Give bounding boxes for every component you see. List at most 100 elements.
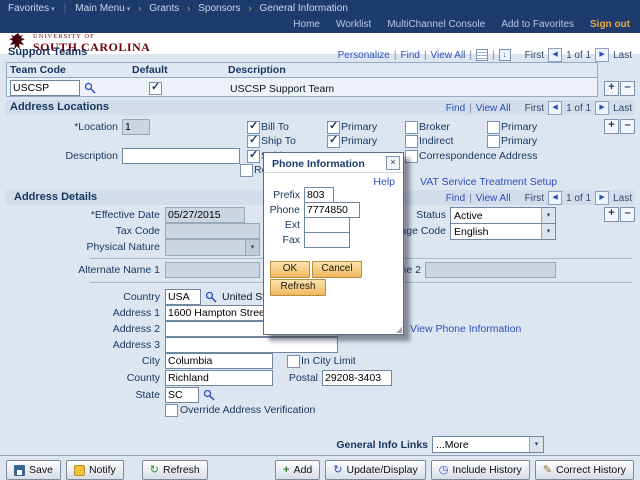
sold-to-checkbox[interactable] <box>247 148 260 163</box>
notify-button[interactable]: Notify <box>65 460 124 480</box>
right-button-group: + Add ↻ Update/Display ◷ Include History ✎ C… <box>275 460 634 480</box>
prefix-label: Prefix <box>273 189 300 201</box>
correspondence-address-checkbox[interactable] <box>405 150 418 163</box>
save-button[interactable]: Save <box>6 460 61 480</box>
correct-history-button[interactable]: ✎ Correct History <box>534 460 634 480</box>
close-icon[interactable]: × <box>386 156 400 170</box>
worklist-link[interactable]: Worklist <box>336 19 371 30</box>
dropdown-arrow-icon[interactable]: ▾ <box>529 437 543 452</box>
previous-row-icon[interactable]: ◀ <box>548 191 563 205</box>
breadcrumb-general-information[interactable]: General Information <box>260 3 348 14</box>
address-locations-title: Address Locations <box>10 101 110 113</box>
physical-nature-dropdown: ▾ <box>165 239 260 256</box>
remit-to-checkbox[interactable] <box>240 164 253 177</box>
find-link[interactable]: Find <box>446 103 465 114</box>
dropdown-arrow-icon[interactable]: ▾ <box>541 208 555 223</box>
next-row-icon[interactable]: ▶ <box>595 101 610 115</box>
team-code-lookup-icon[interactable] <box>84 81 96 99</box>
state-input[interactable] <box>165 387 199 403</box>
broker-checkbox[interactable] <box>405 121 418 134</box>
breadcrumb-sponsors[interactable]: Sponsors <box>198 3 240 14</box>
first-link[interactable]: First <box>525 193 544 204</box>
global-links-bar: Home Worklist MultiChannel Console Add t… <box>0 16 640 33</box>
refresh-button[interactable]: ↻ Refresh <box>141 460 208 480</box>
phone-input[interactable] <box>304 202 360 218</box>
chevron-down-icon: ▾ <box>51 5 55 13</box>
separator: | <box>469 49 472 61</box>
add-to-favorites-link[interactable]: Add to Favorites <box>501 19 574 30</box>
in-city-limit-checkbox[interactable] <box>287 355 300 368</box>
tax-code-label: Tax Code <box>115 225 160 237</box>
status-dropdown[interactable]: Active ▾ <box>450 207 556 224</box>
dropdown-arrow-icon[interactable]: ▾ <box>541 224 555 239</box>
view-all-link[interactable]: View All <box>476 193 511 204</box>
team-code-input[interactable] <box>10 80 80 96</box>
add-effective-row-button[interactable]: + <box>604 207 619 222</box>
default-checkbox[interactable] <box>149 80 162 95</box>
vat-service-treatment-setup-link[interactable]: VAT Service Treatment Setup <box>420 176 557 188</box>
include-history-button[interactable]: ◷ Include History <box>430 460 530 480</box>
last-link[interactable]: Last <box>613 193 632 204</box>
main-menu[interactable]: Main Menu ▾ <box>75 3 130 14</box>
ship-to-checkbox[interactable] <box>247 133 260 148</box>
indirect-checkbox[interactable] <box>405 135 418 148</box>
address-3-input[interactable] <box>165 337 338 353</box>
notify-icon <box>73 464 85 476</box>
previous-row-icon[interactable]: ◀ <box>548 101 563 115</box>
view-all-link[interactable]: View All <box>476 103 511 114</box>
in-city-limit-label: In City Limit <box>301 355 356 367</box>
prefix-input[interactable] <box>304 187 334 203</box>
multichannel-console-link[interactable]: MultiChannel Console <box>387 19 485 30</box>
resize-handle-icon[interactable]: ◢ <box>396 325 402 334</box>
personalize-link[interactable]: Personalize <box>338 50 390 61</box>
add-row-button[interactable]: + <box>604 81 619 96</box>
language-dropdown[interactable]: English ▾ <box>450 223 556 240</box>
ship-to-label: Ship To <box>261 135 296 147</box>
dialog-refresh-button[interactable]: Refresh <box>270 279 326 296</box>
home-link[interactable]: Home <box>293 19 320 30</box>
primary-bill-label: Primary <box>341 121 378 133</box>
address-details-toolbar: Find | View All First ◀ 1 of 1 ▶ Last <box>446 191 632 205</box>
first-link[interactable]: First <box>525 50 544 61</box>
sign-out-link[interactable]: Sign out <box>590 19 630 30</box>
add-location-button[interactable]: + <box>604 119 619 134</box>
help-link[interactable]: Help <box>373 176 395 188</box>
first-link[interactable]: First <box>525 103 544 114</box>
find-link[interactable]: Find <box>446 193 465 204</box>
next-row-icon[interactable]: ▶ <box>595 191 610 205</box>
override-address-verification-checkbox[interactable] <box>165 404 178 417</box>
fax-label: Fax <box>282 234 300 246</box>
add-button[interactable]: + Add <box>275 460 321 480</box>
general-info-links-dropdown[interactable]: ...More ▾ <box>432 436 544 453</box>
ext-input[interactable] <box>304 217 350 233</box>
dialog-title: Phone Information <box>272 158 365 170</box>
find-link[interactable]: Find <box>400 50 419 61</box>
ok-button[interactable]: OK <box>270 261 310 278</box>
cancel-button[interactable]: Cancel <box>312 261 362 278</box>
column-team-code: Team Code <box>10 64 66 76</box>
primary-ship-checkbox[interactable] <box>327 133 340 148</box>
update-display-button[interactable]: ↻ Update/Display <box>325 460 426 480</box>
download-grid-icon[interactable]: ↓ <box>498 49 511 61</box>
postal-input[interactable] <box>322 370 392 386</box>
view-all-link[interactable]: View All <box>431 50 466 61</box>
country-input[interactable] <box>165 289 201 305</box>
primary-broker-checkbox[interactable] <box>487 121 500 134</box>
dialog-title-divider <box>264 172 403 173</box>
delete-effective-row-button[interactable]: – <box>620 207 635 222</box>
last-link[interactable]: Last <box>613 103 632 114</box>
next-row-icon[interactable]: ▶ <box>595 48 610 62</box>
fax-input[interactable] <box>304 232 350 248</box>
language-value: English <box>454 226 489 238</box>
city-input[interactable] <box>165 353 273 369</box>
breadcrumb-grants[interactable]: Grants <box>149 3 179 14</box>
favorites-menu[interactable]: Favorites ▾ <box>8 3 55 14</box>
view-phone-information-link[interactable]: View Phone Information <box>410 323 521 335</box>
primary-indirect-checkbox[interactable] <box>487 135 500 148</box>
description-input[interactable] <box>122 148 240 164</box>
delete-location-button[interactable]: – <box>620 119 635 134</box>
last-link[interactable]: Last <box>613 50 632 61</box>
previous-row-icon[interactable]: ◀ <box>548 48 563 62</box>
personalize-grid-icon[interactable] <box>476 49 488 61</box>
delete-row-button[interactable]: – <box>620 81 635 96</box>
